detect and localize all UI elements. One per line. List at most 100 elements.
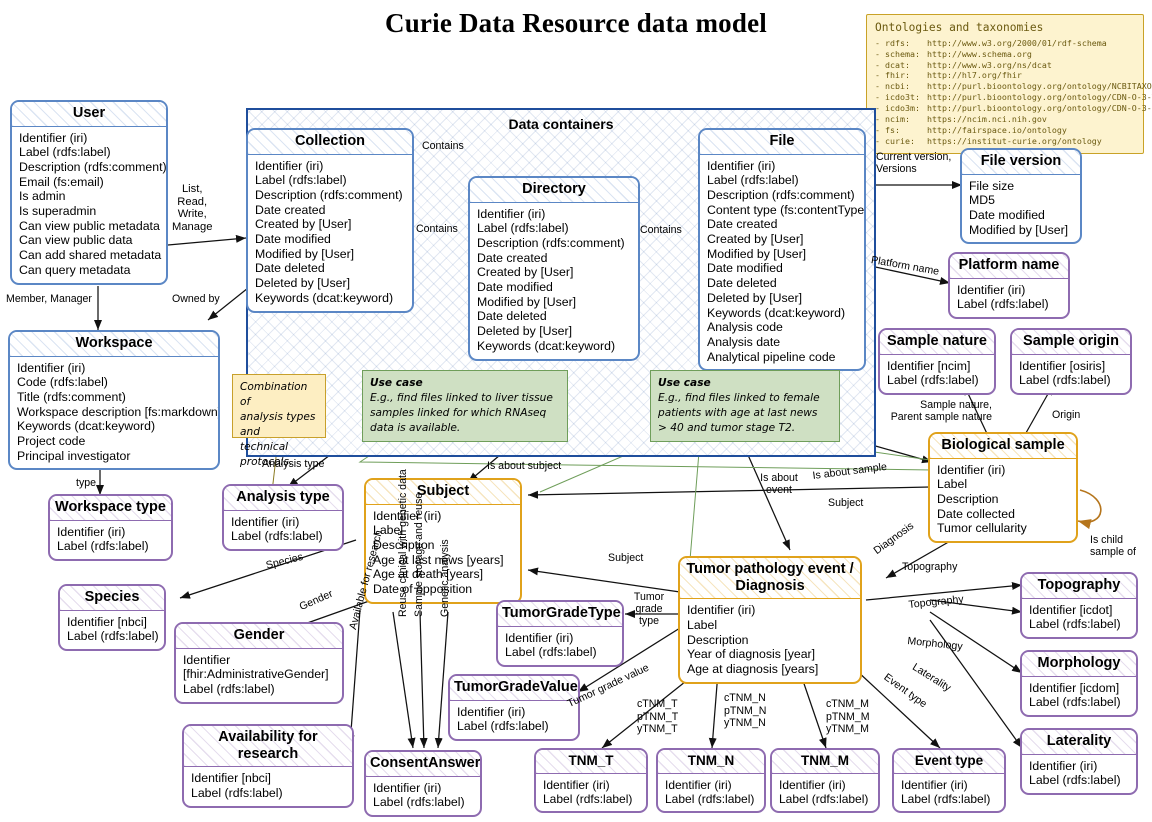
entity-sample-origin[interactable]: Sample origin Identifier [osiris] Label … <box>1010 328 1132 396</box>
attribute: Date modified <box>477 280 553 295</box>
attribute: Workspace description [fs:markdown] <box>17 404 220 419</box>
entity-header: TNM_M <box>772 750 878 774</box>
entity-tnm-m[interactable]: TNM_M Identifier (iri) Label (rdfs:label… <box>770 748 880 814</box>
attribute: Identifier [nbci] <box>67 614 147 629</box>
entity-tumor-grade-type[interactable]: TumorGradeType Identifier (iri) Label (r… <box>496 600 624 668</box>
entity-user[interactable]: User Identifier (iri) Label (rdfs:label)… <box>10 100 168 285</box>
attribute: Identifier (iri) <box>665 777 732 792</box>
attribute: Label (rdfs:label) <box>957 297 1049 312</box>
attribute: Deleted by [User] <box>255 276 351 291</box>
attribute: Label (rdfs:label) <box>1019 373 1111 388</box>
legend-prefix: - rdfs: <box>875 37 910 48</box>
entity-topography[interactable]: Topography Identifier [icdot] Label (rdf… <box>1020 572 1138 640</box>
attribute: Modified by [User] <box>707 246 807 261</box>
entity-header: TumorGradeType <box>498 602 622 627</box>
entity-attributes: Identifier (iri) Label (rdfs:label) <box>450 701 578 739</box>
attribute: Can view public data <box>19 233 133 248</box>
attribute: Keywords (dcat:keyword) <box>477 338 616 353</box>
attribute: Can view public metadata <box>19 218 160 233</box>
attribute: Identifier [osiris] <box>1019 358 1106 373</box>
attribute: Date modified <box>969 208 1045 223</box>
entity-platform-name[interactable]: Platform name Identifier (iri) Label (rd… <box>948 252 1070 320</box>
attribute: Analytical pipeline code <box>707 349 836 364</box>
attribute: Date collected <box>937 506 1015 521</box>
entity-header: File <box>700 130 864 155</box>
legend-uri: http://www.schema.org <box>926 48 1032 59</box>
entity-attributes: Identifier (iri) Label (rdfs:label) <box>894 774 1004 812</box>
entity-collection[interactable]: Collection Identifier (iri) Label (rdfs:… <box>246 128 414 313</box>
attribute: Description (rdfs:comment) <box>707 188 855 203</box>
attribute: Label <box>937 477 968 492</box>
entity-header: Gender <box>176 624 342 649</box>
attribute: Label (rdfs:label) <box>67 629 159 644</box>
legend-row: - fs: http://fairspace.io/ontology <box>875 125 1152 136</box>
attribute: Identifier (iri) <box>457 704 526 719</box>
entity-header: Workspace type <box>50 496 171 521</box>
note-body: E.g., find files linked to liver tissue … <box>370 392 553 435</box>
attribute: Label (rdfs:label) <box>1029 773 1121 788</box>
entity-consent-answer[interactable]: ConsentAnswer Identifier (iri) Label (rd… <box>364 750 482 818</box>
attribute: Title (rdfs:comment) <box>17 390 126 405</box>
attribute: Code (rdfs:label) <box>17 375 108 390</box>
legend-row: - dcat: http://www.w3.org/ns/dcat <box>875 60 1152 71</box>
attribute: Description (rdfs:comment) <box>255 188 403 203</box>
entity-attributes: Identifier [icdom] Label (rdfs:label) <box>1022 677 1136 715</box>
entity-tumor-grade-value[interactable]: TumorGradeValue Identifier (iri) Label (… <box>448 674 580 742</box>
note-body: E.g., find files linked to female patien… <box>658 392 820 435</box>
entity-tumor-pathology-event[interactable]: Tumor pathology event / Diagnosis Identi… <box>678 556 862 684</box>
attribute: Identifier (iri) <box>373 508 442 523</box>
entity-gender[interactable]: Gender Identifier [fhir:AdministrativeGe… <box>174 622 344 704</box>
legend-prefix: - ncim: <box>875 114 910 125</box>
entity-attributes: Identifier (iri) Label (rdfs:label) <box>536 774 646 812</box>
entity-header: Directory <box>470 178 638 203</box>
entity-sample-nature[interactable]: Sample nature Identifier [ncim] Label (r… <box>878 328 996 396</box>
attribute: Is superadmin <box>19 204 97 219</box>
entity-workspace[interactable]: Workspace Identifier (iri) Code (rdfs:la… <box>8 330 220 471</box>
entity-file[interactable]: File Identifier (iri) Label (rdfs:label)… <box>698 128 866 372</box>
note-use-case-1: Use case E.g., find files linked to live… <box>362 370 568 442</box>
legend-row: - curie: https://institut-curie.org/ontol… <box>875 136 1152 147</box>
entity-header: Subject <box>366 480 520 505</box>
edge-label-tnm-m: cTNM_M pTNM_M yTNM_M <box>826 698 870 736</box>
attribute: Is admin <box>19 189 66 204</box>
legend-uri: http://fairspace.io/ontology <box>926 124 1067 135</box>
entity-attributes: Identifier [fhir:AdministrativeGender] L… <box>176 649 342 702</box>
entity-attributes: Identifier (iri) Code (rdfs:label) Title… <box>10 357 218 469</box>
entity-header: TumorGradeValue <box>450 676 578 701</box>
entity-attributes: Identifier (iri) Label (rdfs:label) <box>950 279 1068 317</box>
entity-species[interactable]: Species Identifier [nbci] Label (rdfs:la… <box>58 584 166 652</box>
entity-analysis-type[interactable]: Analysis type Identifier (iri) Label (rd… <box>222 484 344 552</box>
edge-label-topography-event: Topography <box>902 561 958 573</box>
entity-directory[interactable]: Directory Identifier (iri) Label (rdfs:l… <box>468 176 640 361</box>
entity-tnm-n[interactable]: TNM_N Identifier (iri) Label (rdfs:label… <box>656 748 766 814</box>
legend-row: - ncbi: http://purl.bioontology.org/ontol… <box>875 81 1152 92</box>
entity-morphology[interactable]: Morphology Identifier [icdom] Label (rdf… <box>1020 650 1138 718</box>
attribute: Date created <box>255 202 326 217</box>
edge-label-owned-by: Owned by <box>172 293 220 305</box>
attribute: Content type (fs:contentType) <box>707 202 866 217</box>
edge-label-is-about-subject: Is about subject <box>487 460 562 472</box>
entity-event-type[interactable]: Event type Identifier (iri) Label (rdfs:… <box>892 748 1006 814</box>
attribute: Date created <box>707 217 778 232</box>
entity-header: ConsentAnswer <box>366 752 480 777</box>
entity-availability-for-research[interactable]: Availability for research Identifier [nb… <box>182 724 354 808</box>
edge-label-origin: Origin <box>1052 409 1081 421</box>
entity-workspace-type[interactable]: Workspace type Identifier (iri) Label (r… <box>48 494 173 562</box>
note-use-case-2: Use case E.g., find files linked to fema… <box>650 370 840 442</box>
entity-laterality[interactable]: Laterality Identifier (iri) Label (rdfs:… <box>1020 728 1138 796</box>
attribute: File size <box>969 178 1015 193</box>
attribute: Analysis date <box>707 334 781 349</box>
attribute: Identifier (iri) <box>937 462 1006 477</box>
legend-uri: http://hl7.org/fhir <box>926 70 1022 81</box>
entity-attributes: Identifier (iri) Label Description Year … <box>680 599 860 681</box>
entity-tnm-t[interactable]: TNM_T Identifier (iri) Label (rdfs:label… <box>534 748 648 814</box>
attribute: Label (rdfs:label) <box>477 221 569 236</box>
attribute: Identifier (iri) <box>505 630 574 645</box>
attribute: Age at diagnosis [years] <box>687 662 819 677</box>
entity-attributes: Identifier [nbci] Label (rdfs:label) <box>184 767 352 805</box>
legend-row: - icdo3t: http://purl.bioontology.org/ont… <box>875 92 1152 103</box>
attribute: Label (rdfs:label) <box>505 645 597 660</box>
entity-file-version[interactable]: File version File size MD5 Date modified… <box>960 148 1082 245</box>
entity-header: Workspace <box>10 332 218 357</box>
entity-biological-sample[interactable]: Biological sample Identifier (iri) Label… <box>928 432 1078 544</box>
